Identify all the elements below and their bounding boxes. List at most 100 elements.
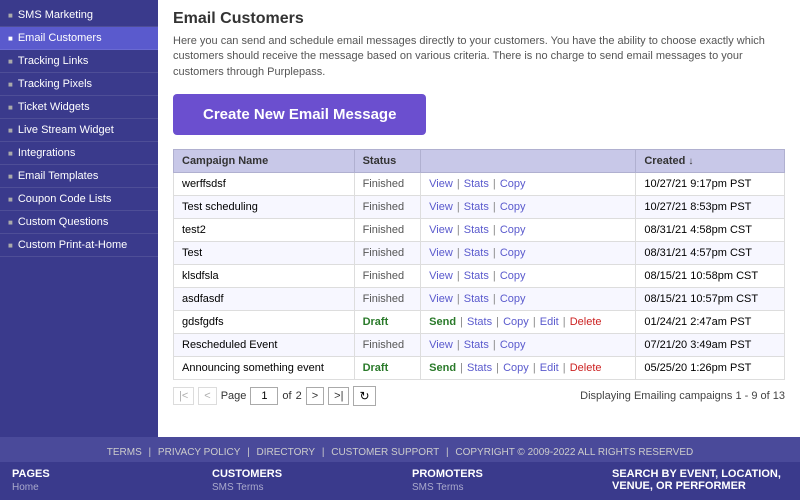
footer-link-terms[interactable]: TERMS [107,447,142,458]
action-copy-link[interactable]: Copy [500,201,526,213]
sidebar-item-custom-print-at-home[interactable]: Custom Print-at-Home [0,234,158,257]
action-separator: | [454,178,463,190]
footer-copyright: COPYRIGHT © 2009-2022 ALL RIGHTS RESERVE… [455,447,693,458]
action-separator: | [530,362,539,374]
action-view-link[interactable]: View [429,293,453,305]
sidebar-item-email-templates[interactable]: Email Templates [0,165,158,188]
campaign-status: Finished [354,265,421,288]
page-title: Email Customers [173,10,785,28]
action-copy-link[interactable]: Copy [500,270,526,282]
action-copy-link[interactable]: Copy [500,339,526,351]
sidebar-item-live-stream-widget[interactable]: Live Stream Widget [0,119,158,142]
footer-col-pages-sub: Home [12,482,188,493]
action-edit-link[interactable]: Edit [540,316,559,328]
campaign-status: Finished [354,196,421,219]
page-label: Page [221,390,247,402]
footer-sep1: | [149,447,154,458]
col-created-header[interactable]: Created ↓ [636,150,785,173]
table-row: TestFinishedView | Stats | Copy08/31/21 … [174,242,785,265]
action-stats-link[interactable]: Stats [464,178,489,190]
action-stats-link[interactable]: Stats [464,270,489,282]
action-copy-link[interactable]: Copy [500,247,526,259]
action-stats-link[interactable]: Stats [464,293,489,305]
footer: TERMS | PRIVACY POLICY | DIRECTORY | CUS… [0,437,800,500]
pagination: |< < Page of 2 > >| ↻ Displaying Emailin… [173,380,785,412]
last-page-button[interactable]: >| [328,387,349,405]
campaign-actions: Send | Stats | Copy | Edit | Delete [421,311,636,334]
col-actions-header [421,150,636,173]
footer-sep4: | [446,447,451,458]
action-delete-link[interactable]: Delete [570,362,602,374]
footer-columns: PAGES Home CUSTOMERS SMS Terms PROMOTERS… [0,462,800,500]
action-stats-link[interactable]: Stats [464,224,489,236]
sidebar-item-sms-marketing[interactable]: SMS Marketing [0,4,158,27]
sidebar-item-tracking-links[interactable]: Tracking Links [0,50,158,73]
refresh-button[interactable]: ↻ [353,386,375,406]
campaign-actions: View | Stats | Copy [421,196,636,219]
sidebar-item-coupon-code-lists[interactable]: Coupon Code Lists [0,188,158,211]
action-separator: | [454,247,463,259]
sidebar-item-tracking-pixels[interactable]: Tracking Pixels [0,73,158,96]
footer-link-support[interactable]: CUSTOMER SUPPORT [331,447,439,458]
footer-col-customers-sub: SMS Terms [212,482,388,493]
page-description: Here you can send and schedule email mes… [173,34,785,80]
table-row: Test schedulingFinishedView | Stats | Co… [174,196,785,219]
action-separator: | [490,201,499,213]
footer-col-pages-title: PAGES [12,468,188,480]
table-header: Campaign Name Status Created ↓ [174,150,785,173]
first-page-button[interactable]: |< [173,387,194,405]
action-separator: | [560,362,569,374]
action-stats-link[interactable]: Stats [464,339,489,351]
action-stats-link[interactable]: Stats [467,316,492,328]
next-page-button[interactable]: > [306,387,324,405]
content-area: Email Customers Here you can send and sc… [158,0,800,437]
action-stats-link[interactable]: Stats [467,362,492,374]
campaign-name: werffsdsf [174,173,355,196]
action-view-link[interactable]: View [429,247,453,259]
action-view-link[interactable]: View [429,270,453,282]
action-view-link[interactable]: View [429,178,453,190]
sidebar-item-ticket-widgets[interactable]: Ticket Widgets [0,96,158,119]
total-pages: 2 [296,390,302,402]
action-copy-link[interactable]: Copy [500,293,526,305]
campaign-actions: View | Stats | Copy [421,242,636,265]
table-row: asdfasdfFinishedView | Stats | Copy08/15… [174,288,785,311]
campaign-status: Finished [354,334,421,357]
sidebar-item-integrations[interactable]: Integrations [0,142,158,165]
campaign-actions: View | Stats | Copy [421,173,636,196]
action-copy-link[interactable]: Copy [500,178,526,190]
campaign-created: 07/21/20 3:49am PST [636,334,785,357]
action-view-link[interactable]: View [429,201,453,213]
action-separator: | [493,316,502,328]
page-number-input[interactable] [250,387,278,405]
action-send-link[interactable]: Send [429,362,456,374]
campaign-created: 05/25/20 1:26pm PST [636,357,785,380]
sidebar-item-custom-questions[interactable]: Custom Questions [0,211,158,234]
campaign-name: gdsfgdfs [174,311,355,334]
action-send-link[interactable]: Send [429,316,456,328]
action-copy-link[interactable]: Copy [503,316,529,328]
action-delete-link[interactable]: Delete [570,316,602,328]
action-stats-link[interactable]: Stats [464,247,489,259]
campaign-status: Draft [354,357,421,380]
action-copy-link[interactable]: Copy [500,224,526,236]
campaign-actions: Send | Stats | Copy | Edit | Delete [421,357,636,380]
campaign-name: Test [174,242,355,265]
app-container: SMS MarketingEmail CustomersTracking Lin… [0,0,800,500]
campaign-created: 10/27/21 9:17pm PST [636,173,785,196]
action-separator: | [490,270,499,282]
action-edit-link[interactable]: Edit [540,362,559,374]
action-separator: | [490,247,499,259]
action-view-link[interactable]: View [429,339,453,351]
footer-link-directory[interactable]: DIRECTORY [257,447,316,458]
action-copy-link[interactable]: Copy [503,362,529,374]
sidebar-item-email-customers[interactable]: Email Customers [0,27,158,50]
create-email-button[interactable]: Create New Email Message [173,94,426,135]
action-stats-link[interactable]: Stats [464,201,489,213]
action-view-link[interactable]: View [429,224,453,236]
prev-page-button[interactable]: < [198,387,216,405]
action-separator: | [530,316,539,328]
action-separator: | [490,339,499,351]
display-info: Displaying Emailing campaigns 1 - 9 of 1… [580,390,785,402]
footer-link-privacy[interactable]: PRIVACY POLICY [158,447,240,458]
